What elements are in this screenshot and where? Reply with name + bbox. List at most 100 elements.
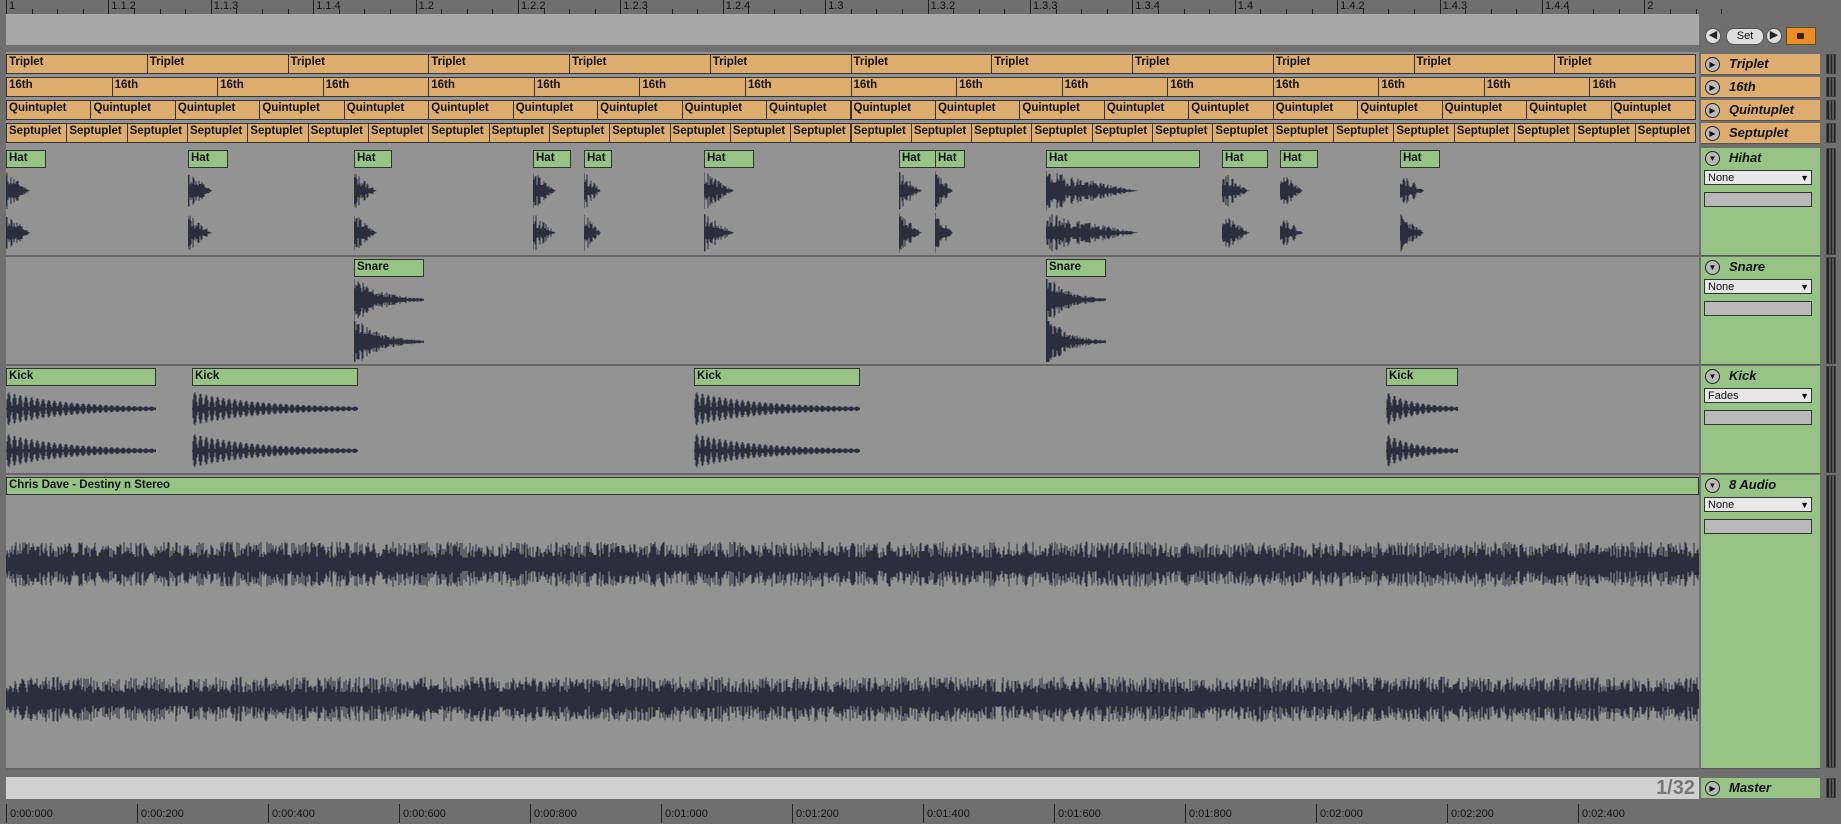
- hat-clip[interactable]: Hat: [584, 150, 612, 253]
- track-header-triplet[interactable]: ▶ Triplet: [1701, 54, 1820, 75]
- locator-clip-septuplet[interactable]: Septuplet: [790, 123, 852, 143]
- clip-header[interactable]: Hat: [584, 150, 612, 168]
- locator-clip-septuplet[interactable]: Septuplet: [1212, 123, 1274, 143]
- locator-clip-septuplet[interactable]: Septuplet: [669, 123, 731, 143]
- locator-clip-quintuplet[interactable]: Quintuplet: [850, 100, 936, 120]
- locator-clip-quintuplet[interactable]: Quintuplet: [1103, 100, 1190, 120]
- horizontal-scrollbar[interactable]: 1/32: [6, 777, 1699, 799]
- locator-clip-16th[interactable]: 16th: [6, 77, 113, 97]
- locator-clip-triplet[interactable]: Triplet: [428, 54, 570, 74]
- locator-clip-quintuplet[interactable]: Quintuplet: [1610, 100, 1696, 120]
- track-header-kick[interactable]: ▼ Kick Fades: [1701, 366, 1820, 474]
- locator-clip-quintuplet[interactable]: Quintuplet: [766, 100, 852, 120]
- locator-clip-triplet[interactable]: Triplet: [1272, 54, 1415, 74]
- locator-clip-16th[interactable]: 16th: [1167, 77, 1274, 97]
- audio-clip[interactable]: Chris Dave - Destiny n Stereo: [6, 477, 1699, 766]
- locator-clip-triplet[interactable]: Triplet: [287, 54, 430, 74]
- locator-clip-triplet[interactable]: Triplet: [1132, 54, 1274, 74]
- clip-header[interactable]: Kick: [6, 368, 156, 386]
- locator-clip-septuplet[interactable]: Septuplet: [1514, 123, 1576, 143]
- locator-clip-triplet[interactable]: Triplet: [850, 54, 993, 74]
- locator-clip-16th[interactable]: 16th: [639, 77, 746, 97]
- locator-clip-quintuplet[interactable]: Quintuplet: [1188, 100, 1274, 120]
- fold-icon[interactable]: ▼: [1705, 260, 1720, 275]
- locator-clip-16th[interactable]: 16th: [1378, 77, 1485, 97]
- clip-header[interactable]: Hat: [1222, 150, 1268, 168]
- play-icon[interactable]: ▶: [1705, 103, 1720, 118]
- play-icon[interactable]: ▶: [1705, 781, 1720, 796]
- track-header-septuplet[interactable]: ▶ Septuplet: [1701, 123, 1820, 144]
- clip-header[interactable]: Hat: [704, 150, 754, 168]
- value-box[interactable]: [1704, 519, 1812, 534]
- locator-clip-septuplet[interactable]: Septuplet: [971, 123, 1033, 143]
- locator-clip-septuplet[interactable]: Septuplet: [186, 123, 249, 143]
- locator-clip-septuplet[interactable]: Septuplet: [1272, 123, 1335, 143]
- locator-clip-16th[interactable]: 16th: [111, 77, 219, 97]
- clip-header[interactable]: Kick: [192, 368, 358, 386]
- audio-lane[interactable]: Chris Dave - Destiny n Stereo: [6, 475, 1699, 770]
- locator-clip-quintuplet[interactable]: Quintuplet: [428, 100, 514, 120]
- clip-header[interactable]: Snare: [354, 259, 424, 277]
- beat-ruler[interactable]: 1 1.1.2 1.1.3 1.1.4 1.2 1.2.2 1.2.3 1.2.4 1.3 1.3…: [0, 0, 1723, 14]
- device-select[interactable]: None: [1704, 170, 1812, 185]
- locator-clip-quintuplet[interactable]: Quintuplet: [681, 100, 768, 120]
- locator-clip-quintuplet[interactable]: Quintuplet: [597, 100, 683, 120]
- clip-header[interactable]: Hat: [354, 150, 392, 168]
- hat-clip[interactable]: Hat: [704, 150, 754, 253]
- locator-clip-triplet[interactable]: Triplet: [709, 54, 852, 74]
- kick-clip[interactable]: Kick: [6, 368, 156, 471]
- value-box[interactable]: [1704, 192, 1812, 207]
- locator-clip-septuplet[interactable]: Septuplet: [1393, 123, 1455, 143]
- hihat-lane[interactable]: Hat Hat Hat Hat Hat Hat Hat Hat Hat Hat Hat Hat: [6, 148, 1699, 257]
- locator-clip-quintuplet[interactable]: Quintuplet: [512, 100, 599, 120]
- locator-clip-triplet[interactable]: Triplet: [991, 54, 1133, 74]
- locator-clip-septuplet[interactable]: Septuplet: [66, 123, 128, 143]
- hat-clip[interactable]: Hat: [354, 150, 392, 253]
- value-box[interactable]: [1704, 410, 1812, 425]
- locator-clip-septuplet[interactable]: Septuplet: [488, 123, 550, 143]
- locator-clip-16th[interactable]: 16th: [428, 77, 535, 97]
- locator-clip-septuplet[interactable]: Septuplet: [1453, 123, 1516, 143]
- hat-clip[interactable]: Hat: [935, 150, 965, 253]
- play-icon[interactable]: ▶: [1705, 80, 1720, 95]
- hat-clip[interactable]: Hat: [188, 150, 228, 253]
- snare-clip[interactable]: Snare: [1046, 259, 1106, 362]
- kick-clip[interactable]: Kick: [694, 368, 860, 471]
- locator-clip-septuplet[interactable]: Septuplet: [1634, 123, 1696, 143]
- clip-header[interactable]: Chris Dave - Destiny n Stereo: [6, 477, 1699, 495]
- locator-clip-quintuplet[interactable]: Quintuplet: [6, 100, 92, 120]
- locator-clip-16th[interactable]: 16th: [744, 77, 852, 97]
- clip-header[interactable]: Hat: [1046, 150, 1200, 168]
- clip-header[interactable]: Hat: [899, 150, 937, 168]
- device-select[interactable]: None: [1704, 279, 1812, 294]
- play-icon[interactable]: ▶: [1705, 126, 1720, 141]
- set-locator-button[interactable]: Set: [1726, 28, 1764, 45]
- locator-clip-16th[interactable]: 16th: [1061, 77, 1169, 97]
- kick-lane[interactable]: Kick Kick Kick Kick: [6, 366, 1699, 475]
- clip-header[interactable]: Hat: [533, 150, 571, 168]
- locator-clip-septuplet[interactable]: Septuplet: [126, 123, 188, 143]
- locator-clip-septuplet[interactable]: Septuplet: [609, 123, 671, 143]
- locator-clip-16th[interactable]: 16th: [1483, 77, 1591, 97]
- clip-header[interactable]: Hat: [1400, 150, 1440, 168]
- locator-clip-triplet[interactable]: Triplet: [1413, 54, 1556, 74]
- locator-clip-septuplet[interactable]: Septuplet: [1152, 123, 1214, 143]
- locator-clip-septuplet[interactable]: Septuplet: [1031, 123, 1093, 143]
- device-select[interactable]: Fades: [1704, 388, 1812, 403]
- track-header-16th[interactable]: ▶ 16th: [1701, 77, 1820, 98]
- hat-clip[interactable]: Hat: [1400, 150, 1440, 253]
- arrow-left-icon[interactable]: ◀: [1705, 28, 1721, 44]
- locator-clip-16th[interactable]: 16th: [1272, 77, 1380, 97]
- locator-clip-septuplet[interactable]: Septuplet: [428, 123, 490, 143]
- locator-clip-septuplet[interactable]: Septuplet: [247, 123, 309, 143]
- locator-clip-septuplet[interactable]: Septuplet: [548, 123, 611, 143]
- locator-clip-septuplet[interactable]: Septuplet: [1333, 123, 1395, 143]
- hat-clip[interactable]: Hat: [1280, 150, 1318, 253]
- clip-header[interactable]: Kick: [694, 368, 860, 386]
- locator-clip-16th[interactable]: 16th: [1589, 77, 1696, 97]
- track-header-hihat[interactable]: ▼ Hihat None: [1701, 148, 1820, 256]
- hat-clip[interactable]: Hat: [1046, 150, 1200, 253]
- locator-clip-septuplet[interactable]: Septuplet: [367, 123, 430, 143]
- clip-header[interactable]: Hat: [1280, 150, 1318, 168]
- locator-clip-triplet[interactable]: Triplet: [6, 54, 148, 74]
